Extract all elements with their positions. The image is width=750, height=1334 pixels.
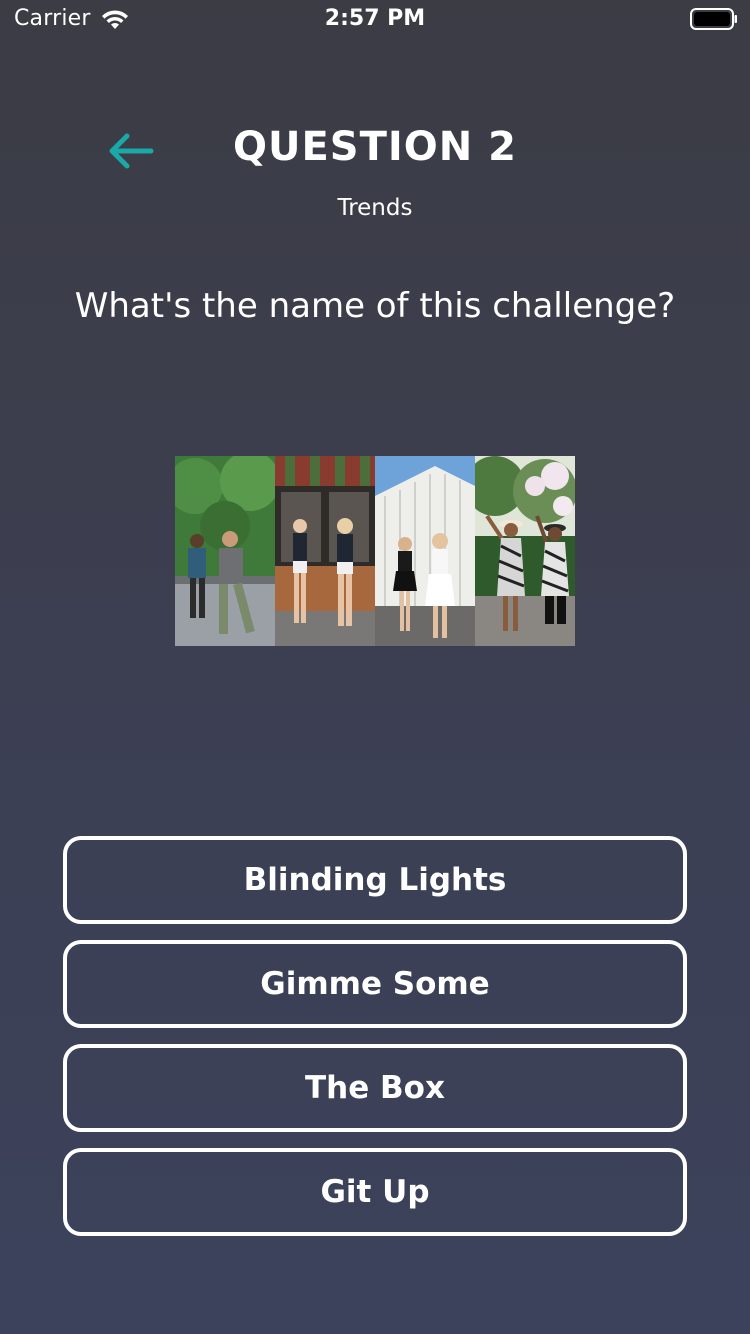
- collage-panel-3: [375, 456, 475, 646]
- question-text: What's the name of this challenge?: [74, 286, 676, 326]
- collage-panel-1: [175, 456, 275, 646]
- collage-panel-2: [275, 456, 375, 646]
- battery-icon: [690, 8, 737, 30]
- page-title: QUESTION 2: [232, 124, 518, 170]
- answer-button-2[interactable]: Gimme Some: [63, 940, 687, 1028]
- challenge-image: [175, 456, 575, 646]
- answer-list: Blinding Lights Gimme Some The Box Git U…: [63, 836, 687, 1252]
- answer-button-4[interactable]: Git Up: [63, 1148, 687, 1236]
- status-time: 2:57 PM: [324, 6, 426, 31]
- collage-panel-4: [475, 456, 575, 646]
- category-label: Trends: [337, 195, 413, 221]
- status-bar: Carrier 2:57 PM: [0, 0, 750, 40]
- answer-button-1[interactable]: Blinding Lights: [63, 836, 687, 924]
- answer-button-3[interactable]: The Box: [63, 1044, 687, 1132]
